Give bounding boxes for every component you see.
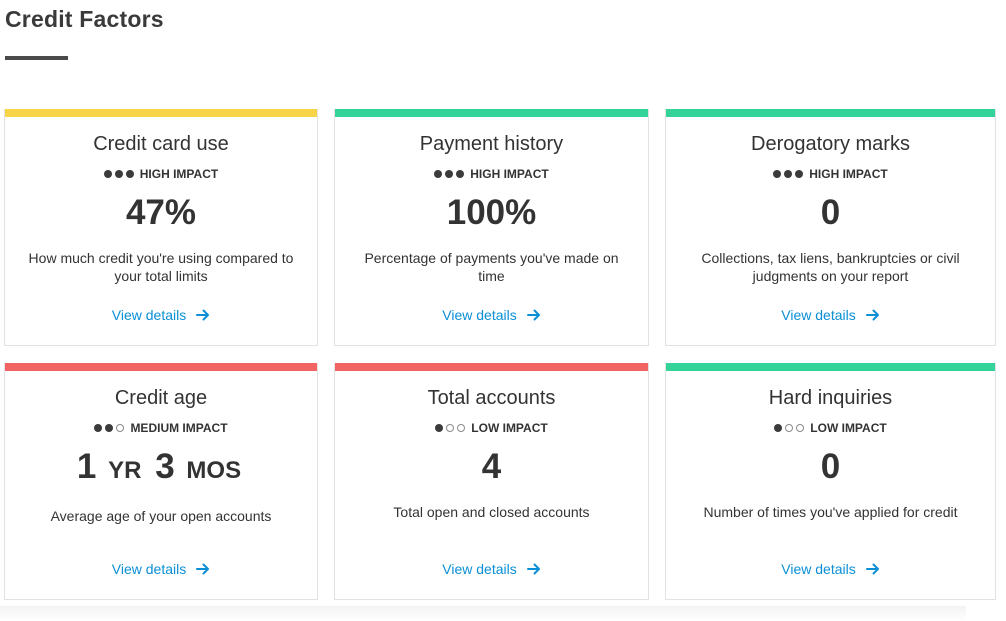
impact-dot-filled — [774, 424, 783, 432]
impact-dot-filled — [784, 170, 793, 178]
arrow-right-icon — [196, 309, 210, 321]
card-title: Payment history — [419, 133, 564, 155]
arrow-right-icon — [526, 563, 540, 575]
impact-label: HIGH IMPACT — [139, 167, 219, 181]
value-years-unit: YR — [108, 457, 142, 484]
factor-value: 4 — [481, 447, 502, 486]
factor-description: Percentage of payments you've made on ti… — [364, 250, 619, 284]
impact-dot-filled — [105, 424, 114, 432]
factor-description: Total open and closed accounts — [393, 504, 590, 520]
value-months-unit: MOS — [186, 457, 242, 484]
impact-label: LOW IMPACT — [810, 421, 887, 435]
impact-label: LOW IMPACT — [471, 421, 548, 435]
value-months: 3 — [155, 447, 175, 486]
view-details-link[interactable]: View details — [5, 307, 317, 323]
card-payment-history: Payment history HIGH IMPACT 100% Percent… — [334, 109, 649, 346]
impact-dots — [774, 424, 805, 432]
impact-dot-filled — [435, 424, 444, 432]
credit-factors-grid: Credit card use HIGH IMPACT 47% How much… — [4, 109, 996, 600]
view-details-label: View details — [781, 307, 856, 323]
card-title: Total accounts — [427, 387, 556, 409]
impact-dot-empty — [457, 424, 466, 432]
arrow-right-icon — [196, 563, 210, 575]
view-details-label: View details — [111, 561, 187, 577]
impact-dot-filled — [456, 170, 465, 178]
arrow-right-icon — [865, 563, 879, 575]
factor-value: 0 — [820, 447, 841, 486]
impact-indicator: MEDIUM IMPACT — [5, 421, 317, 435]
factor-value: 1 YR 3 MOS — [5, 447, 317, 491]
impact-dot-filled — [114, 170, 123, 178]
impact-dot-filled — [103, 170, 112, 178]
view-details-label: View details — [442, 307, 517, 323]
page-bottom-shadow — [0, 606, 966, 621]
view-details-link[interactable]: View details — [5, 561, 317, 577]
impact-indicator: HIGH IMPACT — [666, 167, 995, 181]
arrow-right-icon — [526, 309, 540, 321]
impact-dot-empty — [785, 424, 794, 432]
card-derogatory-marks: Derogatory marks HIGH IMPACT 0 Collectio… — [665, 109, 996, 346]
impact-dot-empty — [116, 424, 125, 432]
card-title: Derogatory marks — [751, 133, 910, 155]
factor-description: How much credit you're using compared to… — [28, 250, 294, 284]
view-details-link[interactable]: View details — [666, 561, 995, 577]
card-credit-age: Credit age MEDIUM IMPACT 1 YR 3 MOS Aver… — [4, 363, 318, 600]
title-underline — [5, 56, 68, 60]
impact-color-bar — [5, 109, 317, 117]
impact-indicator: HIGH IMPACT — [5, 167, 317, 181]
card-title: Credit age — [114, 387, 208, 409]
card-title: Hard inquiries — [768, 387, 893, 409]
card-credit-card-use: Credit card use HIGH IMPACT 47% How much… — [4, 109, 318, 346]
value-years: 1 — [76, 447, 97, 486]
impact-dot-filled — [434, 170, 443, 178]
impact-label: HIGH IMPACT — [809, 167, 888, 181]
impact-dot-filled — [445, 170, 454, 178]
factor-value: 0 — [820, 193, 841, 232]
factor-description: Average age of your open accounts — [50, 508, 272, 524]
impact-indicator: LOW IMPACT — [335, 421, 648, 435]
card-title: Credit card use — [93, 133, 229, 155]
factor-description: Number of times you've applied for credi… — [703, 504, 958, 520]
impact-color-bar — [666, 109, 995, 117]
impact-dots — [94, 424, 125, 432]
arrow-right-icon — [865, 309, 879, 321]
view-details-link[interactable]: View details — [335, 307, 648, 323]
page-title: Credit Factors — [5, 6, 164, 32]
impact-color-bar — [666, 363, 995, 371]
factor-value: 100% — [446, 193, 537, 232]
impact-dots — [434, 170, 465, 178]
impact-dots — [103, 170, 134, 178]
impact-dot-empty — [796, 424, 805, 432]
impact-dot-filled — [125, 170, 134, 178]
impact-dots — [773, 170, 804, 178]
impact-dot-empty — [446, 424, 455, 432]
impact-dot-filled — [795, 170, 804, 178]
view-details-label: View details — [111, 307, 187, 323]
factor-value: 47% — [125, 193, 197, 232]
impact-dots — [435, 424, 466, 432]
impact-dot-filled — [94, 424, 103, 432]
impact-color-bar — [5, 363, 317, 371]
impact-color-bar — [335, 109, 648, 117]
view-details-link[interactable]: View details — [666, 307, 995, 323]
card-hard-inquiries: Hard inquiries LOW IMPACT 0 Number of ti… — [665, 363, 996, 600]
impact-label: MEDIUM IMPACT — [130, 421, 228, 435]
impact-dot-filled — [773, 170, 782, 178]
view-details-label: View details — [781, 561, 856, 577]
impact-color-bar — [335, 363, 648, 371]
factor-description: Collections, tax liens, bankruptcies or … — [701, 250, 960, 284]
view-details-link[interactable]: View details — [335, 561, 648, 577]
impact-indicator: HIGH IMPACT — [335, 167, 648, 181]
impact-indicator: LOW IMPACT — [666, 421, 995, 435]
card-total-accounts: Total accounts LOW IMPACT 4 Total open a… — [334, 363, 649, 600]
view-details-label: View details — [442, 561, 517, 577]
impact-label: HIGH IMPACT — [470, 167, 549, 181]
